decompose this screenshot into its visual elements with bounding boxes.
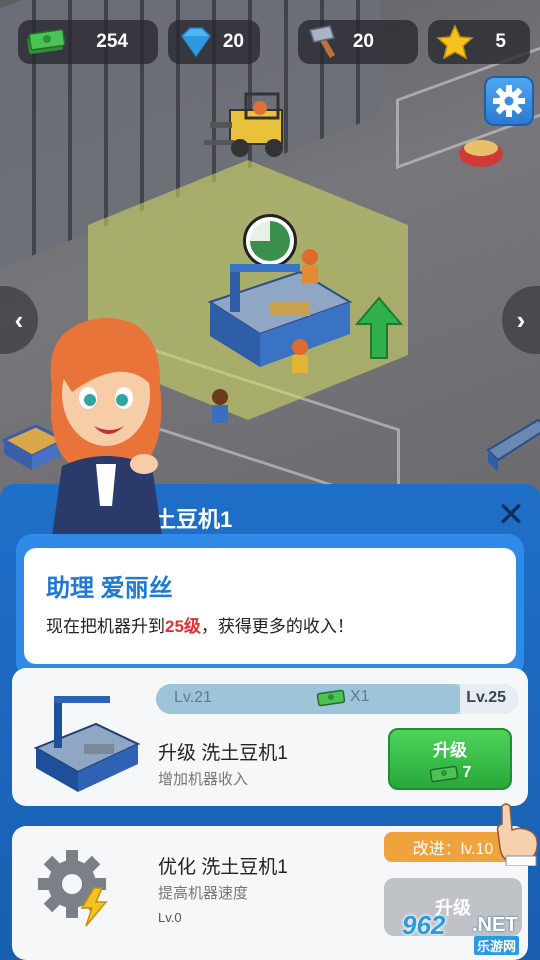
optimize-title: 优化 洗土豆机1: [158, 857, 288, 878]
upgrade-title: 升级 洗土豆机1: [158, 743, 288, 764]
speaker-name: 助理 爱丽丝: [46, 575, 173, 602]
gear-icon: [493, 85, 525, 117]
close-icon: ✕: [496, 496, 526, 534]
dialog-message: 现在把机器升到25级，获得更多的收入！: [46, 612, 354, 637]
forklift[interactable]: [200, 92, 300, 162]
assistant-alice-avatar: [50, 317, 162, 536]
upgrade-button[interactable]: 升级 7: [388, 728, 512, 790]
cash-icon: [429, 765, 458, 783]
level-from: Lv.21: [174, 689, 212, 706]
cash-value: 254: [96, 31, 128, 52]
conveyor-belt: [486, 418, 540, 472]
income-multiplier: X1: [316, 687, 370, 707]
dialog-highlight: 25级: [165, 617, 201, 636]
optimize-subtitle: 提高机器速度: [158, 885, 249, 902]
dialog-bubble: 助理 爱丽丝 现在把机器升到25级，获得更多的收入！: [24, 548, 516, 664]
gems-counter: 20: [168, 20, 260, 64]
worker-figure: [302, 249, 318, 283]
upgrade-available-arrow-icon: [355, 296, 403, 359]
dialog-text-after: ，获得更多的收入！: [200, 617, 354, 636]
worker-figure: [212, 389, 228, 423]
assistant-dialog: 助理 爱丽丝 现在把机器升到25级，获得更多的收入！: [16, 534, 524, 678]
potato-washer-machine[interactable]: [190, 262, 360, 372]
gems-value: 20: [222, 31, 244, 52]
watermark-number: 962: [402, 910, 446, 940]
watermark-site: 乐游网: [474, 936, 520, 955]
potato-basket: [459, 140, 503, 167]
washer-machine-icon: [33, 696, 141, 792]
close-button[interactable]: ✕: [494, 498, 528, 534]
tutorial-pointer-hand-icon: [496, 803, 539, 866]
production-timer: [243, 214, 297, 268]
upgrade-subtitle: 增加机器收入: [158, 771, 249, 788]
upgrade-button-label: 升级: [433, 741, 467, 760]
cash-icon: [316, 689, 346, 707]
gear-lightning-icon: [38, 850, 108, 927]
chevron-right-icon: ›: [516, 304, 526, 335]
watermark-domain: .NET: [472, 914, 518, 936]
site-watermark: 962 .NET 乐游网: [396, 906, 536, 956]
hammers-value: 20: [352, 31, 374, 52]
cash-counter: 254: [18, 20, 158, 64]
multiplier-value: X1: [350, 688, 370, 705]
level-progress-bar: Lv.21 X1 Lv.25: [156, 684, 518, 714]
timer-progress-pie: [250, 221, 290, 261]
optimize-level: Lv.0: [158, 910, 182, 925]
upgrade-machine-card: Lv.21 X1 Lv.25 升级 洗土豆机1 增加机器收入 升级 7: [12, 668, 528, 806]
settings-button[interactable]: [484, 76, 534, 126]
worker-figure: [292, 339, 308, 373]
stars-counter: 5: [428, 20, 530, 64]
dialog-text-before: 现在把机器升到: [46, 617, 165, 636]
upgrade-cost: 7: [390, 763, 510, 783]
chevron-left-icon: ‹: [14, 304, 24, 335]
level-to: Lv.25: [466, 689, 506, 706]
stars-value: 5: [495, 31, 506, 52]
hammers-counter: 20: [298, 20, 418, 64]
upgrade-cost-value: 7: [462, 764, 472, 781]
